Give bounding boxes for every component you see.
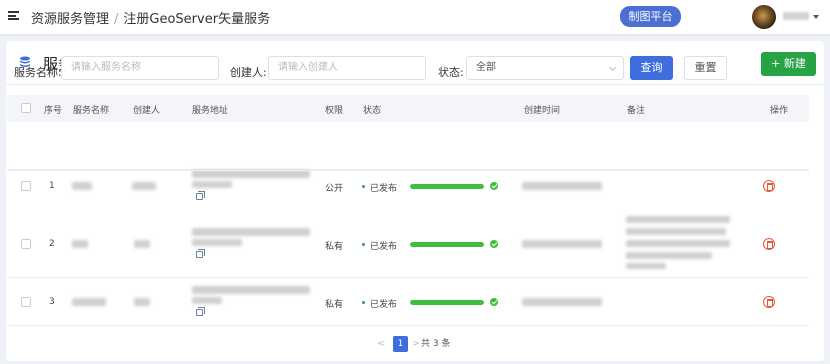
permission-text: 私有	[325, 300, 344, 310]
service-url-redacted	[192, 239, 242, 246]
column-header-remark: 备注	[627, 106, 646, 116]
remark-redacted	[626, 263, 666, 269]
service-url-redacted	[192, 286, 310, 294]
remark-redacted	[626, 216, 730, 223]
reset-button[interactable]: 重置	[684, 56, 727, 80]
status-text: 已发布	[370, 300, 398, 310]
top-bar: 资源服务管理 / 注册GeoServer矢量服务 制图平台	[0, 0, 830, 34]
creator-label: 创建人:	[230, 66, 267, 79]
check-circle-icon	[490, 298, 498, 306]
breadcrumb-item-current: 注册GeoServer矢量服务	[123, 12, 271, 27]
creator-input[interactable]: 请输入创建人	[268, 56, 426, 80]
created-time-redacted	[522, 298, 602, 306]
avatar[interactable]	[752, 5, 776, 29]
status-label: 状态:	[438, 66, 464, 79]
column-header-actions: 操作	[770, 106, 789, 116]
status-select-value: 全部	[476, 62, 496, 73]
pagination-page-1[interactable]: 1	[393, 336, 408, 352]
service-name-input[interactable]: 请输入服务名称	[61, 56, 219, 80]
row-checkbox[interactable]	[21, 297, 31, 307]
new-service-button[interactable]: + 新建	[761, 52, 816, 76]
column-header-creator: 创建人	[133, 106, 161, 116]
breadcrumb-separator: /	[114, 12, 119, 27]
delete-icon[interactable]	[763, 296, 775, 308]
publish-progress-bar	[410, 300, 484, 305]
pagination-total: 共 3 条	[421, 339, 451, 349]
column-header-service-name: 服务名称	[73, 106, 110, 116]
username-redacted[interactable]	[783, 12, 809, 20]
service-name-redacted	[72, 298, 106, 306]
progress-fill	[410, 242, 484, 247]
column-header-created-time: 创建时间	[524, 106, 561, 116]
status-dot-icon	[362, 301, 365, 304]
menu-icon[interactable]	[8, 11, 19, 20]
column-header-index: 序号	[44, 106, 63, 116]
delete-icon[interactable]	[763, 238, 775, 250]
column-header-permission: 权限	[325, 106, 344, 116]
chevron-down-icon[interactable]	[813, 15, 819, 19]
check-circle-icon	[490, 240, 498, 248]
row-index: 3	[49, 297, 55, 307]
creator-redacted	[134, 240, 150, 248]
status-select[interactable]: 全部	[466, 56, 624, 80]
creator-redacted	[134, 298, 150, 306]
mapping-platform-button[interactable]: 制图平台	[620, 6, 681, 27]
service-url-redacted	[192, 228, 310, 236]
created-time-redacted	[522, 240, 602, 248]
service-name-redacted	[72, 240, 88, 248]
status-text: 已发布	[370, 242, 398, 252]
remark-redacted	[626, 252, 712, 259]
service-url-redacted	[192, 297, 222, 304]
chevron-down-icon	[608, 63, 617, 72]
copy-icon[interactable]	[196, 249, 205, 258]
column-header-status: 状态	[363, 106, 382, 116]
publish-progress-bar	[410, 242, 484, 247]
service-name-label: 服务名称:	[14, 66, 62, 79]
breadcrumb-item-resource-management[interactable]: 资源服务管理	[31, 12, 109, 27]
table-row	[7, 122, 809, 191]
select-all-checkbox[interactable]	[21, 103, 31, 113]
row-index: 2	[49, 239, 55, 249]
remark-redacted	[626, 240, 730, 247]
breadcrumb: 资源服务管理 / 注册GeoServer矢量服务	[31, 8, 270, 27]
table-row	[7, 170, 809, 278]
row-checkbox[interactable]	[21, 239, 31, 249]
progress-fill	[410, 300, 484, 305]
table-header: 序号 服务名称 创建人 服务地址 权限 状态 创建时间 备注 操作	[7, 95, 809, 122]
pagination-prev-button[interactable]: <	[373, 336, 389, 352]
column-header-service-url: 服务地址	[192, 106, 229, 116]
table-row	[7, 278, 809, 326]
permission-text: 私有	[325, 242, 344, 252]
status-dot-icon	[362, 243, 365, 246]
remark-redacted	[626, 228, 726, 235]
pagination-next-button[interactable]: >	[411, 336, 421, 352]
copy-icon[interactable]	[196, 307, 205, 316]
query-button[interactable]: 查询	[630, 56, 673, 80]
